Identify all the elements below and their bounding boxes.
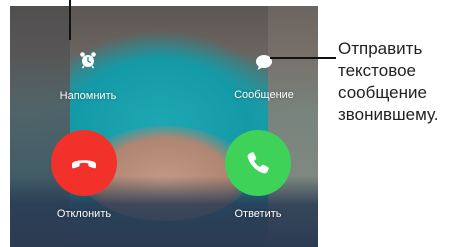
remind-me-label: Напомнить — [59, 90, 117, 102]
callout-line-1: Отправить — [338, 39, 423, 58]
message-label: Сообщение — [234, 89, 294, 101]
incoming-call-illustration: Напомнить Сообщение Отклонить Ответить О… — [0, 0, 466, 247]
accept-button[interactable]: Ответить — [216, 130, 300, 220]
phone-hangup-icon — [72, 160, 96, 169]
phone-icon — [247, 152, 269, 174]
accept-label: Ответить — [234, 208, 282, 220]
callout-line-remind — [69, 0, 71, 40]
callout-message-description: Отправить текстовое сообщение звонившему… — [338, 38, 466, 126]
incoming-call-screen: Напомнить Сообщение Отклонить Ответить — [10, 6, 318, 247]
speech-bubble-icon — [256, 55, 272, 70]
callout-line-2: текстовое — [338, 61, 416, 80]
decline-button[interactable]: Отклонить — [44, 130, 124, 220]
accept-circle[interactable] — [225, 130, 291, 196]
message-button[interactable]: Сообщение — [222, 52, 306, 101]
alarm-clock-icon — [80, 52, 96, 69]
decline-label: Отклонить — [56, 208, 112, 220]
decline-circle[interactable] — [51, 130, 117, 196]
callout-line-message — [270, 57, 336, 59]
remind-me-button[interactable]: Напомнить — [48, 50, 128, 102]
callout-line-3: сообщение — [338, 83, 427, 102]
callout-line-4: звонившему. — [338, 105, 439, 124]
